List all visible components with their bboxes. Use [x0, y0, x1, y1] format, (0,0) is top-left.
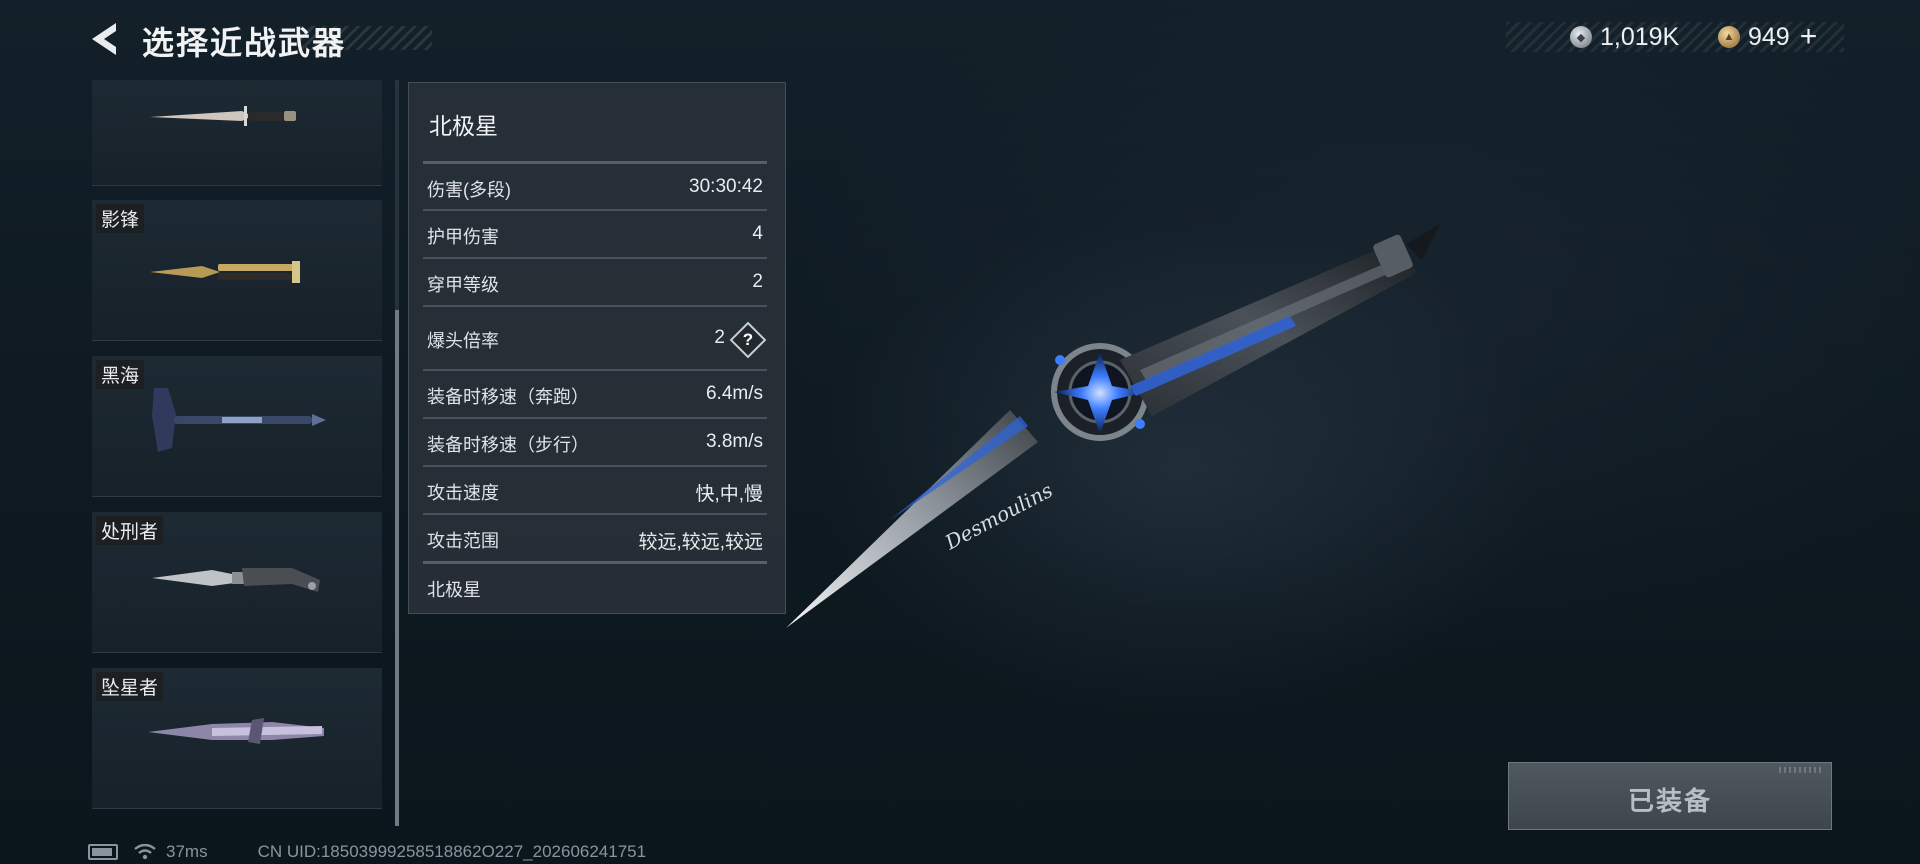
stat-row-penetration: 穿甲等级 2	[423, 257, 767, 305]
combat-knife-icon	[150, 106, 296, 126]
stat-row-attack-speed: 攻击速度 快,中,慢	[423, 465, 767, 513]
equipped-label: 已装备	[1627, 786, 1712, 816]
weapon-item-heihai[interactable]: 黑海	[92, 356, 382, 497]
stat-value: 2	[714, 327, 725, 348]
equipped-button[interactable]: 已装备	[1508, 762, 1832, 830]
stat-label: 爆头倍率	[427, 331, 499, 351]
ping-value: 37ms	[166, 842, 208, 861]
help-button[interactable]: ?	[729, 321, 767, 359]
weapon-name-title: 北极星	[429, 113, 498, 139]
stat-value: 6.4m/s	[705, 383, 763, 404]
stat-label: 攻击速度	[427, 483, 499, 503]
stat-value: 3.8m/s	[705, 431, 763, 452]
stat-label: 装备时移速（步行）	[427, 435, 589, 455]
silver-coin-icon: ◆	[1570, 26, 1592, 48]
stat-label: 护甲伤害	[427, 227, 499, 247]
stat-row-attack-range: 攻击范围 较远,较远,较远	[423, 513, 767, 561]
stat-label: 穿甲等级	[427, 275, 499, 295]
butterfly-knife-icon	[150, 261, 300, 283]
weapon-stats-panel: 北极星 伤害(多段) 30:30:42 护甲伤害 4 穿甲等级 2 爆头倍率 2…	[408, 82, 786, 614]
weapon-item-zhuixingzhe[interactable]: 坠星者	[92, 668, 382, 809]
silver-currency: ◆ 1,019K	[1570, 22, 1679, 52]
list-scroll-thumb[interactable]	[395, 310, 399, 826]
stat-value: 较远,较远,较远	[638, 532, 763, 553]
wifi-icon	[134, 844, 156, 860]
back-arrow-icon[interactable]	[86, 20, 122, 58]
stat-label: 攻击范围	[427, 531, 499, 551]
stat-value: 2	[752, 271, 763, 292]
weapon-item-yingfeng[interactable]: 影锋	[92, 200, 382, 341]
stat-value: 快,中,慢	[695, 484, 763, 505]
weapon-footer-name: 北极星	[427, 580, 481, 600]
stat-row-armor-damage: 护甲伤害 4	[423, 209, 767, 257]
stat-row-weapon-footer: 北极星	[423, 561, 767, 610]
stat-label: 伤害(多段)	[427, 180, 511, 200]
status-footer: 37ms CN UID:18503999258518862O227_202606…	[88, 842, 646, 862]
gold-currency: ▲ 949 +	[1718, 20, 1818, 54]
tomahawk-axe-icon	[152, 388, 326, 452]
kunai-blade-icon	[148, 718, 324, 744]
weapon-item-combat-knife[interactable]	[92, 80, 382, 186]
add-currency-button[interactable]: +	[1800, 20, 1818, 54]
weapon-list: 影锋 黑海 处刑者 坠星者	[92, 80, 382, 820]
stat-row-damage: 伤害(多段) 30:30:42	[423, 161, 767, 210]
gold-currency-value: 949	[1748, 22, 1790, 51]
page-title: 选择近战武器	[142, 25, 347, 61]
stat-value: 4	[752, 223, 763, 244]
gold-coin-icon: ▲	[1718, 26, 1740, 48]
stat-row-run-speed: 装备时移速（奔跑） 6.4m/s	[423, 369, 767, 417]
weapon-item-chuxingzhe[interactable]: 处刑者	[92, 512, 382, 653]
weapon-display-knife: Desmoulins	[786, 224, 1440, 628]
silver-currency-value: 1,019K	[1600, 22, 1680, 51]
button-decoration	[1779, 767, 1823, 773]
stat-row-headshot-multiplier: 爆头倍率 2 ?	[423, 305, 767, 369]
stat-value: 30:30:42	[689, 176, 763, 197]
tactical-knife-icon	[152, 568, 320, 592]
stat-row-walk-speed: 装备时移速（步行） 3.8m/s	[423, 417, 767, 465]
question-mark-icon: ?	[742, 330, 754, 349]
battery-icon	[88, 844, 118, 860]
uid-text: CN UID:18503999258518862O227_20260624175…	[257, 842, 647, 861]
stat-label: 装备时移速（奔跑）	[427, 387, 589, 407]
